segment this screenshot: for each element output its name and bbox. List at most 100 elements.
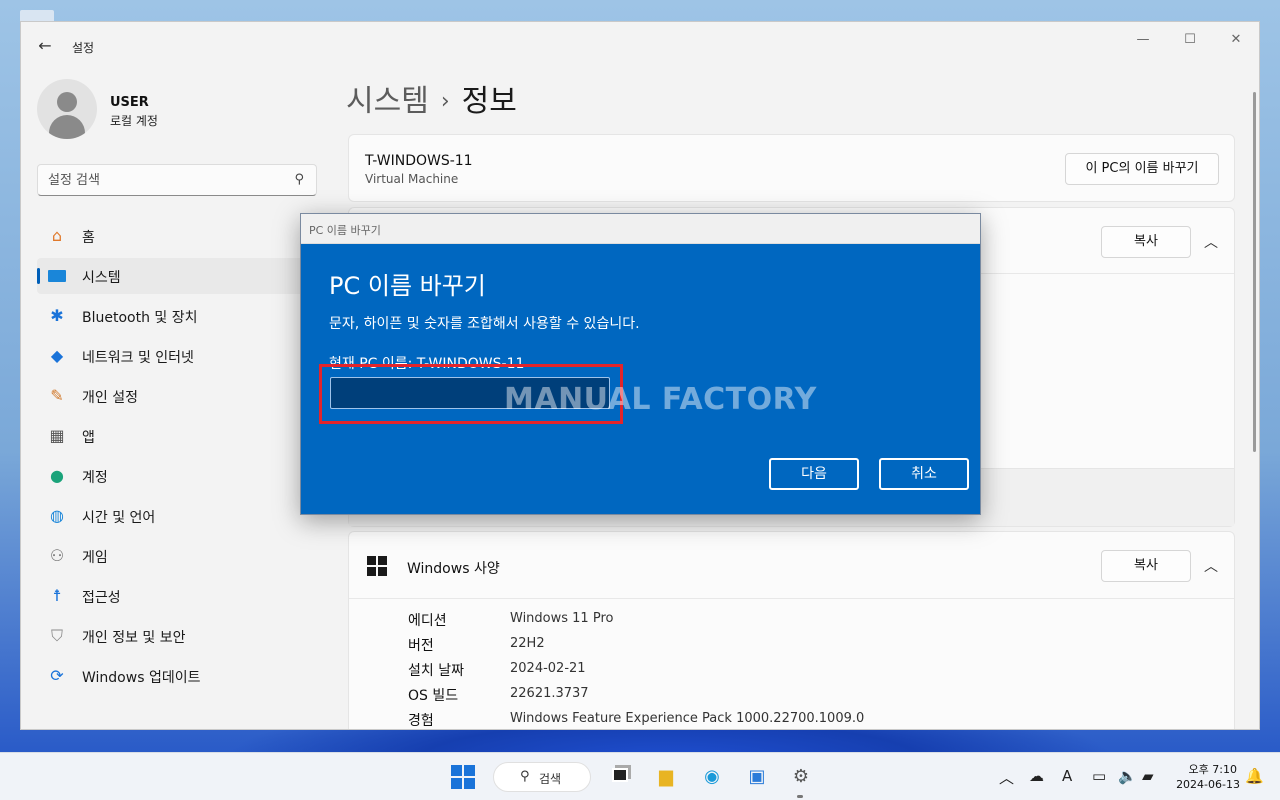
file-explorer-icon[interactable]: ▆ <box>652 763 680 791</box>
task-view-icon[interactable] <box>606 763 634 791</box>
sidebar-item-label: 개인 정보 및 보안 <box>82 630 186 646</box>
pc-name: T-WINDOWS-11 <box>365 153 473 169</box>
page-title: 정보 <box>461 84 517 119</box>
spec-value: 22H2 <box>510 636 545 651</box>
spec-key: 경험 <box>408 713 434 729</box>
spec-value: Windows 11 Pro <box>510 611 614 626</box>
dialog-bar-title: PC 이름 바꾸기 <box>309 224 381 237</box>
clock-date[interactable]: 2024-06-13 <box>1170 778 1240 791</box>
brush-icon: ✎ <box>50 386 64 405</box>
rename-pc-button[interactable]: 이 PC의 이름 바꾸기 <box>1065 153 1219 185</box>
spec-key: OS 빌드 <box>408 688 459 704</box>
active-app-indicator <box>797 795 803 798</box>
globe-clock-icon: ◍ <box>50 506 64 525</box>
spec-value: 2024-02-21 <box>510 661 586 676</box>
watermark: MANUAL FACTORY <box>504 382 817 417</box>
maximize-icon[interactable]: ☐ <box>1176 30 1204 50</box>
sidebar-item-label: 시스템 <box>82 270 121 286</box>
battery-icon[interactable]: ▰ <box>1142 767 1154 785</box>
sidebar-item-windows-update[interactable]: ⟳ Windows 업데이트 <box>37 658 347 694</box>
dialog-title: PC 이름 바꾸기 <box>329 272 486 300</box>
spec-key: 버전 <box>408 638 434 654</box>
sidebar-item-privacy[interactable]: ⛉ 개인 정보 및 보안 <box>37 618 347 654</box>
notification-bell-icon[interactable]: 🔔 <box>1245 767 1264 785</box>
settings-gear-icon[interactable]: ⚙ <box>787 763 815 791</box>
rename-pc-dialog: PC 이름 바꾸기 PC 이름 바꾸기 문자, 하이픈 및 숫자를 조합해서 사… <box>300 213 981 515</box>
search-input[interactable] <box>48 171 278 189</box>
gamepad-icon: ⚇ <box>49 546 65 565</box>
clock-time[interactable]: 오후 7:10 <box>1185 761 1237 777</box>
sidebar-item-label: 앱 <box>82 430 95 446</box>
network-icon[interactable]: ▭ <box>1092 767 1106 785</box>
store-icon[interactable]: ▣ <box>743 763 771 791</box>
window-title: 설정 <box>72 41 95 55</box>
sidebar-item-label: 계정 <box>82 470 108 486</box>
sidebar-item-gaming[interactable]: ⚇ 게임 <box>37 538 347 574</box>
next-button[interactable]: 다음 <box>769 458 859 490</box>
sidebar-item-label: Bluetooth 및 장치 <box>82 310 198 326</box>
chevron-up-icon[interactable]: ︿ <box>1204 556 1218 576</box>
pc-type: Virtual Machine <box>365 172 459 186</box>
sidebar-item-accessibility[interactable]: ☨ 접근성 <box>37 578 347 614</box>
avatar-head-icon <box>57 92 77 112</box>
spec-row: OS 빌드 22621.3737 <box>408 685 1208 707</box>
accessibility-icon: ☨ <box>52 586 62 605</box>
windows-spec-header[interactable]: Windows 사양 복사 ︿ <box>349 532 1234 599</box>
spec-key: 에디션 <box>408 613 447 629</box>
breadcrumb: 시스템 › 정보 <box>346 76 517 120</box>
sidebar-item-label: 개인 설정 <box>82 390 138 406</box>
windows-logo-icon <box>367 556 387 576</box>
chevron-up-icon[interactable]: ︿ <box>999 767 1014 788</box>
update-icon: ⟳ <box>50 666 64 685</box>
sidebar-item-label: 네트워크 및 인터넷 <box>82 350 194 366</box>
device-name-card: T-WINDOWS-11 Virtual Machine 이 PC의 이름 바꾸… <box>348 134 1235 202</box>
cloud-off-icon[interactable]: ☁ <box>1029 767 1044 785</box>
spec-row: 버전 22H2 <box>408 635 1208 657</box>
close-icon[interactable]: ✕ <box>1222 30 1250 50</box>
shield-icon: ⛉ <box>50 626 63 645</box>
taskbar: ⚲ 검색 ▆ ◉ ▣ ⚙ ︿ ☁ A ▭ 🔈 ▰ 오후 7:10 2024-06… <box>0 752 1280 800</box>
bluetooth-icon: ✱ <box>50 306 64 325</box>
account-type: 로컬 계정 <box>110 114 158 128</box>
spec-row: 에디션 Windows 11 Pro <box>408 610 1208 632</box>
sidebar-item-label: 접근성 <box>82 590 121 606</box>
scrollbar[interactable] <box>1253 92 1256 452</box>
windows-spec-title: Windows 사양 <box>407 561 500 577</box>
account-icon: ● <box>50 466 64 485</box>
system-icon <box>47 266 67 286</box>
taskbar-search-label: 검색 <box>539 772 562 786</box>
breadcrumb-parent[interactable]: 시스템 <box>346 84 429 119</box>
search-icon: ⚲ <box>520 769 530 784</box>
wifi-icon: ◆ <box>50 346 64 365</box>
sidebar-item-label: 시간 및 언어 <box>82 510 156 526</box>
input-indicator-icon[interactable]: A <box>1062 767 1072 785</box>
avatar[interactable] <box>37 79 97 139</box>
edge-icon[interactable]: ◉ <box>698 763 726 791</box>
volume-muted-icon[interactable]: 🔈 <box>1118 767 1137 785</box>
search-icon[interactable]: ⚲ <box>294 172 304 187</box>
spec-row: 설치 날짜 2024-02-21 <box>408 660 1208 682</box>
dialog-description: 문자, 하이픈 및 숫자를 조합해서 사용할 수 있습니다. <box>329 316 640 332</box>
sidebar-item-label: 게임 <box>82 550 108 566</box>
sidebar-item-label: 홈 <box>82 230 95 246</box>
cancel-button[interactable]: 취소 <box>879 458 969 490</box>
chevron-up-icon[interactable]: ︿ <box>1204 232 1218 252</box>
spec-row: 경험 Windows Feature Experience Pack 1000.… <box>408 710 1208 729</box>
copy-button[interactable]: 복사 <box>1101 550 1191 582</box>
apps-icon: ▦ <box>49 426 65 445</box>
title-bar: ← 설정 — ☐ ✕ <box>21 22 1259 68</box>
back-arrow-icon[interactable]: ← <box>35 36 55 56</box>
start-button[interactable] <box>451 765 475 789</box>
windows-spec-card: Windows 사양 복사 ︿ 에디션 Windows 11 Pro 버전 22… <box>348 531 1235 729</box>
settings-search-box[interactable]: ⚲ <box>37 164 317 196</box>
spec-key: 설치 날짜 <box>408 663 464 679</box>
copy-button[interactable]: 복사 <box>1101 226 1191 258</box>
breadcrumb-separator: › <box>440 89 450 114</box>
avatar-body-icon <box>49 115 85 139</box>
dialog-title-bar: PC 이름 바꾸기 <box>301 214 980 244</box>
home-icon: ⌂ <box>51 226 63 245</box>
spec-value: 22621.3737 <box>510 686 589 701</box>
user-name: USER <box>110 95 149 110</box>
taskbar-search[interactable]: ⚲ 검색 <box>493 762 591 792</box>
minimize-icon[interactable]: — <box>1129 30 1157 50</box>
